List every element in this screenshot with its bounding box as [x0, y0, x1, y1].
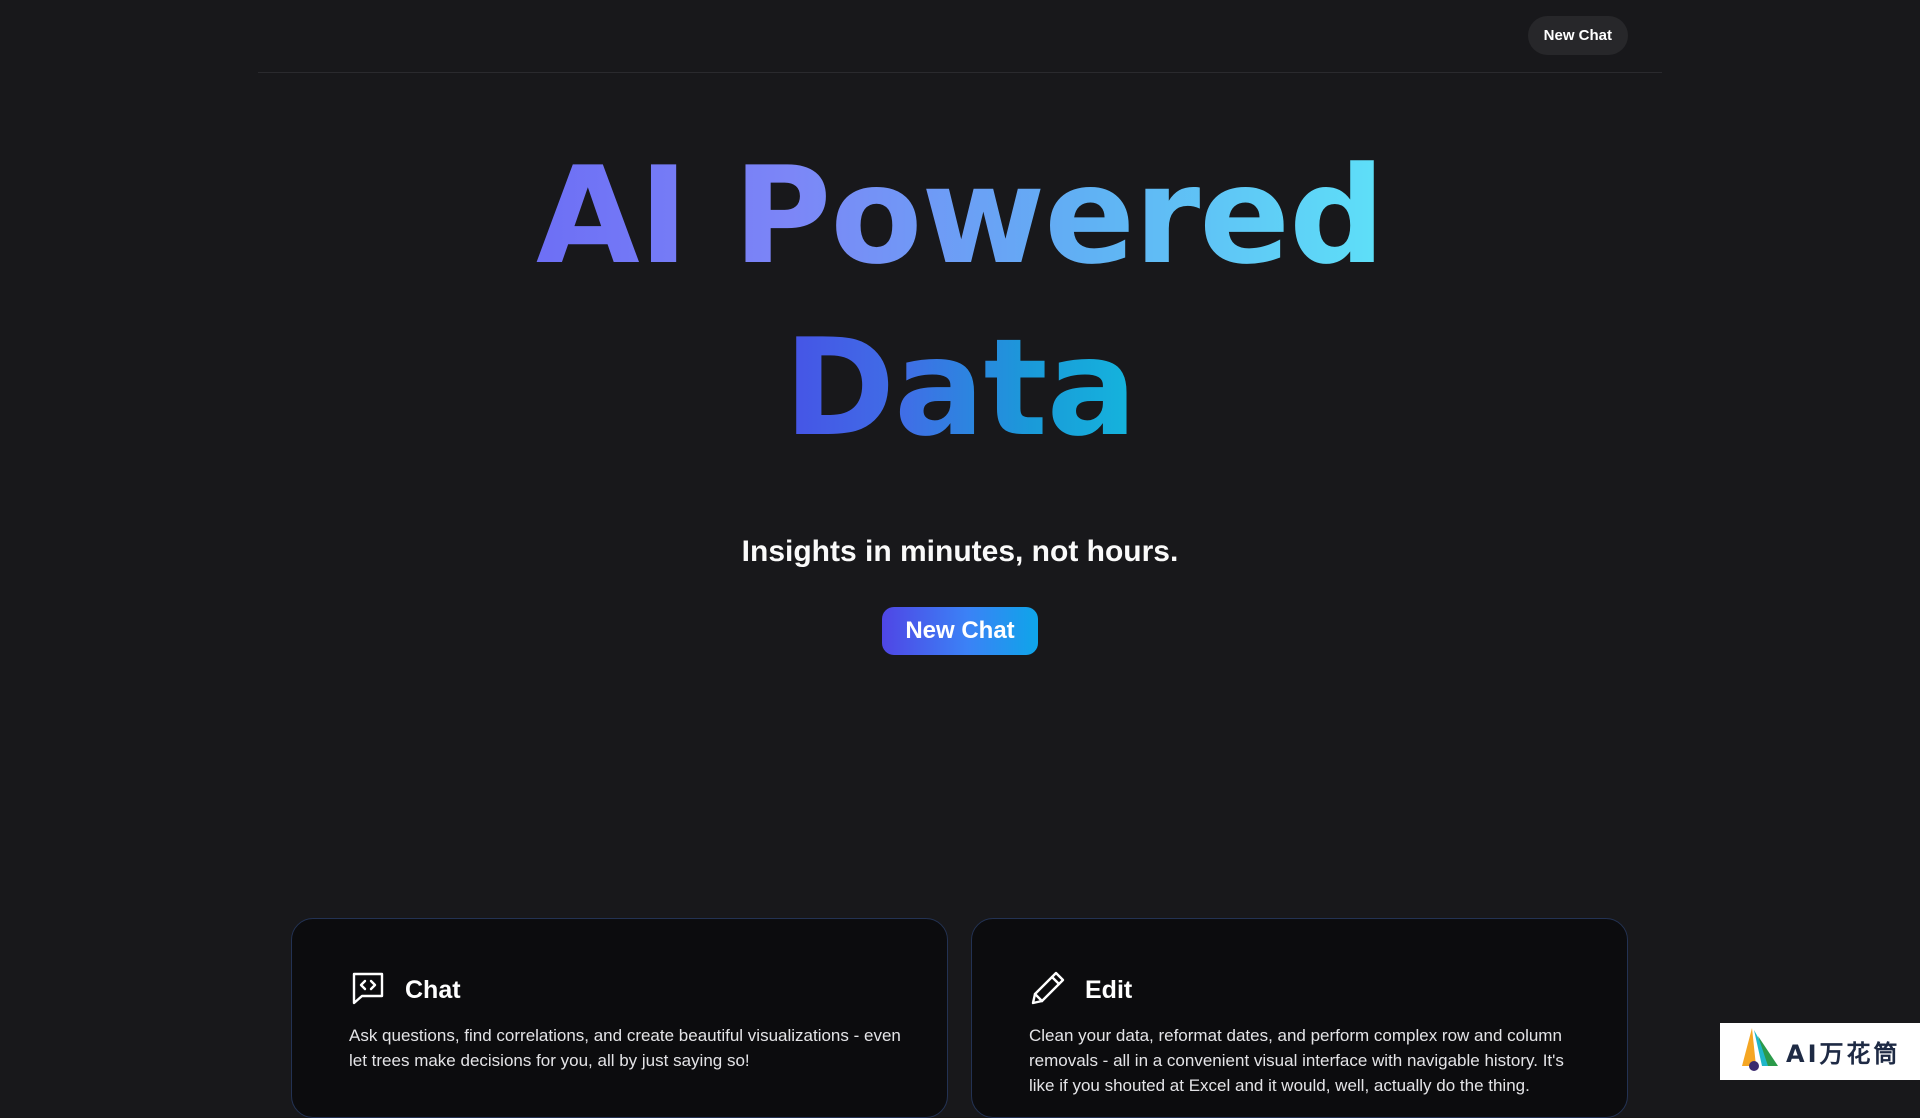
watermark-text: AI万花筒	[1786, 1040, 1901, 1068]
hero-new-chat-button[interactable]: New Chat	[882, 607, 1038, 655]
feature-card-description: Ask questions, find correlations, and cr…	[349, 1026, 901, 1070]
colorful-sail-logo-icon	[1738, 1026, 1782, 1077]
feature-card-title: Chat	[405, 976, 461, 1004]
pencil-icon	[1029, 969, 1067, 1012]
hero-title: AI Powered Data	[0, 130, 1920, 474]
hero-title-line1: AI Powered	[536, 130, 1385, 302]
feature-card-header: Edit	[1029, 969, 1132, 1012]
feature-card-edit: Edit Clean your data, reformat dates, an…	[971, 918, 1628, 1118]
feature-card-chat: Chat Ask questions, find correlations, a…	[291, 918, 948, 1118]
top-navbar: New Chat	[258, 0, 1662, 73]
chat-bubble-code-icon	[349, 969, 387, 1012]
header-new-chat-button[interactable]: New Chat	[1527, 16, 1628, 55]
feature-card-header: Chat	[349, 969, 461, 1012]
feature-card-description: Clean your data, reformat dates, and per…	[1029, 1026, 1564, 1095]
hero-subtitle: Insights in minutes, not hours.	[741, 535, 1179, 568]
watermark-badge: AI万花筒	[1720, 1023, 1920, 1080]
hero-title-line2: Data	[784, 302, 1137, 474]
feature-card-title: Edit	[1085, 976, 1133, 1004]
